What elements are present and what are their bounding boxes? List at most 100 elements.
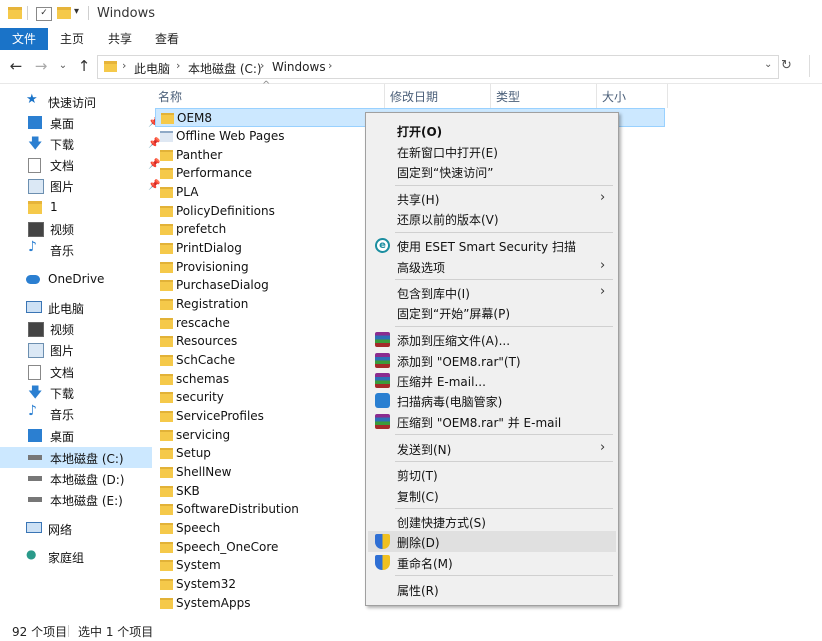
folder-icon [160,542,173,553]
column-header-size[interactable]: 大小 [602,88,626,105]
file-name: PolicyDefinitions [176,204,275,218]
nav-drive-c[interactable]: 本地磁盘 (C:) [22,447,152,468]
menu-add-rar[interactable]: 添加到 "OEM8.rar"(T) [368,350,616,371]
column-divider[interactable] [490,84,491,108]
nav-quick-music[interactable]: ♪ 音乐 [22,239,152,260]
nav-quick-downloads[interactable]: 🡇 下载 📌 [22,133,160,154]
nav-pc-desktop[interactable]: 桌面 [22,425,152,446]
nav-pc-pictures[interactable]: 图片 [22,339,152,360]
menu-label: 在新窗口中打开(E) [397,146,498,160]
menu-label: 添加到 "OEM8.rar"(T) [397,355,521,369]
folder-icon [160,206,173,217]
nav-quick-folder-1[interactable]: 1 [22,197,152,218]
column-divider[interactable] [667,84,668,108]
menu-add-archive[interactable]: 添加到压缩文件(A)... [368,329,616,350]
menu-label: 剪切(T) [397,469,438,483]
nav-drive-e[interactable]: 本地磁盘 (E:) [22,489,152,510]
nav-drive-d[interactable]: 本地磁盘 (D:) [22,468,152,489]
menu-cut[interactable]: 剪切(T) [368,464,616,485]
folder-icon [160,560,173,571]
nav-pc-videos[interactable]: 视频 [22,318,152,339]
menu-include-library[interactable]: 包含到库中(I) › [368,282,616,303]
menu-restore-versions[interactable]: 还原以前的版本(V) [368,208,616,229]
menu-share[interactable]: 共享(H) › [368,188,616,209]
nav-label: 音乐 [50,244,75,258]
nav-label: 桌面 [50,430,75,444]
drive-icon [28,455,42,460]
menu-create-shortcut[interactable]: 创建快捷方式(S) [368,511,616,532]
recent-dropdown-icon[interactable]: ⌄ [55,58,71,74]
nav-network[interactable]: 网络 [20,518,150,539]
nav-label: 下载 [50,138,75,152]
folder-icon [160,224,173,235]
folder-icon [160,187,173,198]
uac-shield-icon [375,555,390,570]
nav-pc-music[interactable]: ♪ 音乐 [22,403,152,424]
new-folder-icon[interactable] [57,7,71,19]
back-arrow-icon[interactable]: ← [8,58,24,74]
column-header-date[interactable]: 修改日期 [390,88,438,105]
menu-delete[interactable]: 删除(D) [368,531,616,552]
file-name: schemas [176,372,230,386]
star-icon: ★ [26,92,38,107]
tab-share[interactable]: 共享 [100,28,140,50]
menu-pin-start[interactable]: 固定到“开始”屏幕(P) [368,302,616,323]
chevron-right-icon[interactable]: › [328,59,332,72]
breadcrumb-windows[interactable]: Windows [272,60,326,74]
nav-quick-access[interactable]: ★ 快速访问 [20,91,150,112]
menu-compress-rar-email[interactable]: 压缩到 "OEM8.rar" 并 E-mail [368,411,616,432]
tab-file[interactable]: 文件 [0,28,48,50]
nav-quick-desktop[interactable]: 桌面 📌 [22,112,160,133]
nav-pc-documents[interactable]: 文档 [22,361,152,382]
file-name: SystemApps [176,596,251,610]
address-bar[interactable]: › 此电脑 › 本地磁盘 (C:) › Windows › ⌄ [97,55,779,79]
file-name: SchCache [176,353,236,367]
chevron-right-icon[interactable]: › [176,59,180,72]
refresh-icon[interactable]: ↻ [781,58,792,73]
menu-compress-email[interactable]: 压缩并 E-mail... [368,370,616,391]
properties-check-icon[interactable]: ✓ [36,7,52,21]
chevron-right-icon[interactable]: › [260,59,264,72]
nav-quick-pictures[interactable]: 图片 📌 [22,175,160,196]
nav-label: OneDrive [48,272,105,286]
up-arrow-icon[interactable]: ↑ [76,58,92,74]
menu-rename[interactable]: 重命名(M) [368,552,616,573]
nav-quick-videos[interactable]: 视频 [22,218,152,239]
search-box[interactable] [809,55,822,77]
nav-homegroup[interactable]: ● 家庭组 [20,546,150,567]
tab-view[interactable]: 查看 [147,28,187,50]
menu-copy[interactable]: 复制(C) [368,485,616,506]
customize-dropdown-icon[interactable]: ▾ [74,6,79,17]
menu-scan-virus[interactable]: 扫描病毒(电脑管家) [368,390,616,411]
menu-open[interactable]: 打开(O) [368,120,616,141]
forward-arrow-icon[interactable]: → [33,58,49,74]
document-icon [28,365,41,380]
homegroup-icon: ● [26,547,37,561]
menu-pin-quick-access[interactable]: 固定到“快速访问” [368,161,616,182]
nav-this-pc[interactable]: 此电脑 [20,297,150,318]
file-name: prefetch [176,222,227,236]
menu-label: 删除(D) [397,536,440,550]
menu-open-new-window[interactable]: 在新窗口中打开(E) [368,141,616,162]
column-header-name[interactable]: 名称 [158,88,182,105]
item-count: 92 个项目 [12,625,68,639]
column-header-type[interactable]: 类型 [496,88,520,105]
column-divider[interactable] [384,84,385,108]
file-name: servicing [176,428,231,442]
nav-pc-downloads[interactable]: 🡇 下载 [22,382,152,403]
menu-properties[interactable]: 属性(R) [368,579,616,600]
menu-advanced[interactable]: 高级选项 › [368,256,616,277]
menu-send-to[interactable]: 发送到(N) › [368,438,616,459]
nav-quick-documents[interactable]: 文档 📌 [22,154,160,175]
chevron-right-icon[interactable]: › [122,59,126,72]
tab-home[interactable]: 主页 [52,28,92,50]
nav-onedrive[interactable]: OneDrive [20,269,150,290]
breadcrumb-this-pc[interactable]: 此电脑 [134,60,170,77]
menu-eset-scan[interactable]: e 使用 ESET Smart Security 扫描 [368,235,616,256]
column-divider[interactable] [596,84,597,108]
breadcrumb-drive-c[interactable]: 本地磁盘 (C:) [188,60,262,77]
computer-icon [26,301,42,313]
folder-icon [160,598,173,609]
history-dropdown-icon[interactable]: ⌄ [764,59,772,70]
menu-label: 共享(H) [397,193,440,207]
